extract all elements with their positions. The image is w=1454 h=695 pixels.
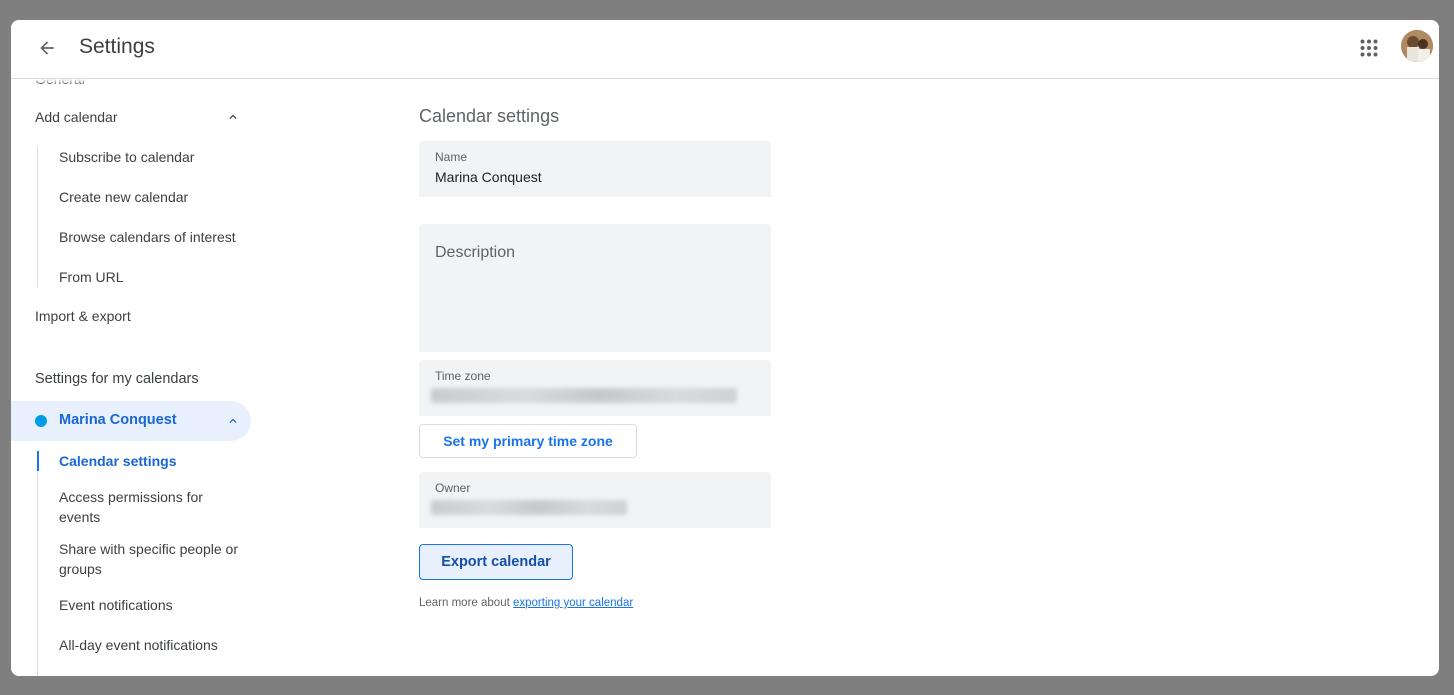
owner-field: Owner [419,472,771,528]
name-field-value[interactable]: Marina Conquest [435,169,542,185]
owner-value-redacted [431,500,627,515]
sidebar-calendar-name[interactable]: Marina Conquest [59,412,177,428]
sidebar-tree-line [37,451,38,676]
sidebar-item-event-notifications[interactable]: Event notifications [59,595,173,615]
section-title: Calendar settings [419,106,560,126]
avatar[interactable] [1401,30,1433,62]
calendar-color-dot [35,415,47,427]
settings-window: Settings General Add calendar [11,20,1439,676]
timezone-field[interactable]: Time zone [419,360,771,416]
name-field-label: Name [435,150,468,164]
description-placeholder: Description [435,244,516,261]
apps-grid-icon[interactable] [1355,34,1383,62]
sidebar-item-subscribe[interactable]: Subscribe to calendar [59,147,194,167]
sidebar-item-add-calendar[interactable]: Add calendar [35,109,118,125]
sidebar-tree-line [37,147,38,287]
top-app-bar: Settings [11,20,1439,79]
chevron-up-icon[interactable] [223,411,243,431]
export-calendar-button[interactable]: Export calendar [419,544,573,580]
sidebar-item-import-export[interactable]: Import & export [35,308,131,324]
sidebar-item-calendar-settings[interactable]: Calendar settings [59,451,176,471]
sidebar-item-allday-notifications[interactable]: All-day event notifications [59,635,218,655]
chevron-up-icon[interactable] [223,107,243,127]
learn-more-prefix: Learn more about [419,597,513,609]
sidebar-item-access-permissions[interactable]: Access permissions for events [59,487,239,527]
name-field[interactable]: Name Marina Conquest [419,141,771,197]
arrow-back-icon[interactable] [33,34,61,62]
sidebar-section-title: Settings for my calendars [35,371,199,387]
set-primary-timezone-button[interactable]: Set my primary time zone [419,424,637,458]
learn-more-text: Learn more about exporting your calendar [419,597,633,609]
description-field[interactable]: Description [419,224,771,352]
active-indicator [37,451,39,471]
sidebar-item-browse-calendars[interactable]: Browse calendars of interest [59,227,236,247]
sidebar-item-create-calendar[interactable]: Create new calendar [59,187,188,207]
settings-sidebar: General Add calendar Subscribe to calend… [11,79,261,676]
page-title: Settings [79,35,155,58]
sidebar-scroll-fade [11,79,261,85]
sidebar-item-share[interactable]: Share with specific people or groups [59,539,239,579]
timezone-field-label: Time zone [435,369,491,383]
owner-field-label: Owner [435,481,471,495]
sidebar-item-from-url[interactable]: From URL [59,267,124,287]
timezone-value-redacted [431,388,737,403]
exporting-calendar-link[interactable]: exporting your calendar [513,597,633,609]
